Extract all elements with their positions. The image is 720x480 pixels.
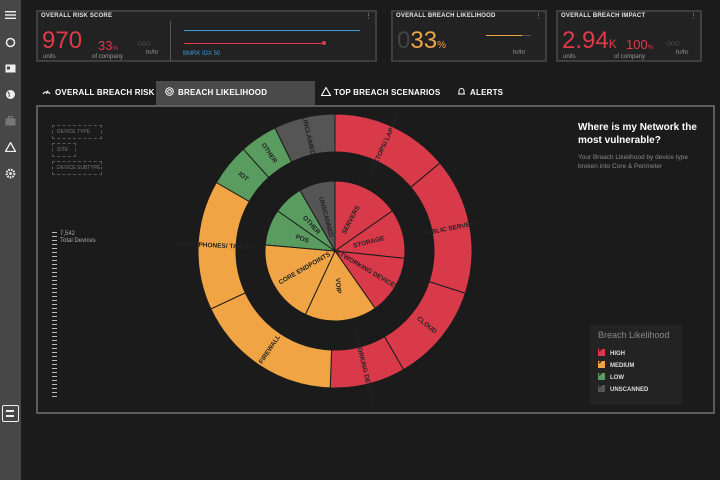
sidebar: [0, 0, 21, 480]
risk-rate-label: hr/hr: [146, 50, 159, 56]
warning-icon: [320, 82, 332, 97]
power-icon[interactable]: [3, 37, 18, 52]
menu-icon[interactable]: [3, 10, 18, 25]
kebab-menu-icon[interactable]: ⋮: [365, 12, 372, 20]
dashboard-icon[interactable]: [2, 405, 19, 422]
kebab-menu-icon[interactable]: ⋮: [535, 12, 542, 20]
likelihood-rate-label: hr/hr: [513, 50, 526, 56]
legend-item-medium[interactable]: MEDIUM: [598, 359, 634, 370]
rate-gauge-icon: ○○○: [137, 38, 151, 48]
overall-breach-likelihood-card[interactable]: OVERALL BREACH LIKELIHOOD ⋮ 033% hr/hr: [391, 10, 547, 62]
panel-subheadline: Your Breach Likelihood by device type br…: [578, 154, 688, 170]
tab-overall-breach-risk[interactable]: OVERALL BREACH RISK: [36, 81, 156, 105]
sunburst-panel: DEVICE TYPE SITE DEVICE SUBTYPE 7,542 To…: [36, 105, 715, 414]
target-icon: [165, 82, 174, 96]
kpi-title: OVERALL RISK SCORE: [41, 13, 113, 19]
checkbox-icon: [598, 347, 605, 356]
checkbox-icon: [598, 371, 605, 380]
gear-icon[interactable]: [3, 168, 18, 183]
legend-title: Breach Likelihood: [598, 330, 670, 340]
impact-value: 2.94K: [562, 27, 617, 54]
risk-line: [184, 43, 324, 44]
legend-item-low[interactable]: LOW: [598, 371, 624, 382]
impact-rate-label: hr/hr: [676, 50, 689, 56]
bell-icon: [457, 82, 466, 95]
gauge-icon: [42, 82, 51, 95]
overall-breach-impact-card[interactable]: OVERALL BREACH IMPACT ⋮ 2.94K 100% units…: [556, 10, 702, 62]
risk-line-marker: [322, 41, 326, 45]
legend-item-unscanned[interactable]: UNSCANNED: [598, 383, 648, 394]
tab-top-breach-scenarios[interactable]: TOP BREACH SCENARIOS: [315, 81, 445, 105]
likelihood-progress-track: [486, 35, 531, 36]
checkbox-icon: [598, 383, 605, 392]
legend: Breach Likelihood HIGH MEDIUM LOW UNSCAN…: [590, 325, 682, 405]
kpi-title: OVERALL BREACH IMPACT: [561, 13, 646, 19]
warning-icon[interactable]: [3, 141, 18, 157]
likelihood-progress-fill: [486, 35, 522, 36]
briefcase-icon[interactable]: [3, 116, 18, 131]
tab-breach-likelihood-sunburst[interactable]: BREACH LIKELIHOOD SUNBURST: [156, 81, 315, 121]
checkbox-icon: [598, 359, 605, 368]
risk-score-unit: units: [43, 54, 56, 60]
kebab-menu-icon[interactable]: ⋮: [690, 12, 697, 20]
overall-risk-score-card[interactable]: OVERALL RISK SCORE ⋮ 970 units 33% of co…: [36, 10, 377, 62]
kpi-title: OVERALL BREACH LIKELIHOOD: [396, 13, 496, 19]
panel-headline: Where is my Network the most vulnerable?: [578, 122, 697, 146]
impact-unit: units: [563, 54, 576, 60]
inner-label: VOIP: [334, 278, 342, 295]
tab-alerts[interactable]: ALERTS: [445, 81, 525, 105]
risk-score-percent-label: of company: [92, 54, 124, 60]
globe-icon[interactable]: [3, 89, 18, 104]
impact-percent-label: of company: [614, 54, 646, 60]
benchmark-line: [184, 30, 360, 31]
benchmark-label: BMRK IDX 50: [183, 51, 221, 57]
id-card-icon[interactable]: [3, 63, 18, 78]
rate-gauge-icon: ○○○: [666, 38, 680, 48]
risk-score-value: 970: [42, 27, 83, 54]
likelihood-value: 033%: [397, 27, 446, 54]
divider: [170, 21, 171, 62]
legend-item-high[interactable]: HIGH: [598, 347, 625, 358]
impact-percent: 100%: [626, 37, 654, 52]
